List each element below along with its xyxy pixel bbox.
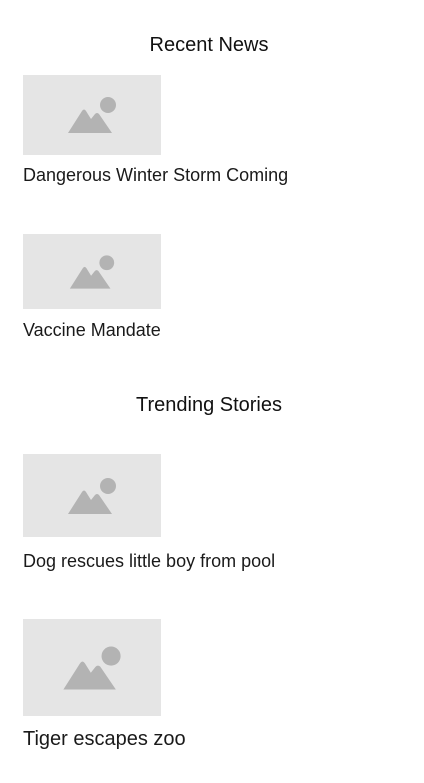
section-title-trending-stories: Trending Stories	[136, 394, 282, 416]
story-thumbnail[interactable]	[23, 619, 161, 716]
news-thumbnail[interactable]	[23, 234, 161, 309]
news-headline[interactable]: Vaccine Mandate	[23, 319, 161, 341]
story-headline[interactable]: Dog rescues little boy from pool	[23, 550, 275, 572]
image-placeholder-icon	[63, 646, 121, 689]
news-headline[interactable]: Dangerous Winter Storm Coming	[23, 164, 288, 186]
image-placeholder-icon	[68, 477, 116, 514]
news-thumbnail[interactable]	[23, 75, 161, 155]
section-title-recent-news: Recent News	[149, 34, 269, 56]
story-headline[interactable]: Tiger escapes zoo	[23, 727, 186, 751]
story-thumbnail[interactable]	[23, 454, 161, 537]
image-placeholder-icon	[69, 254, 115, 289]
image-placeholder-icon	[68, 97, 116, 133]
